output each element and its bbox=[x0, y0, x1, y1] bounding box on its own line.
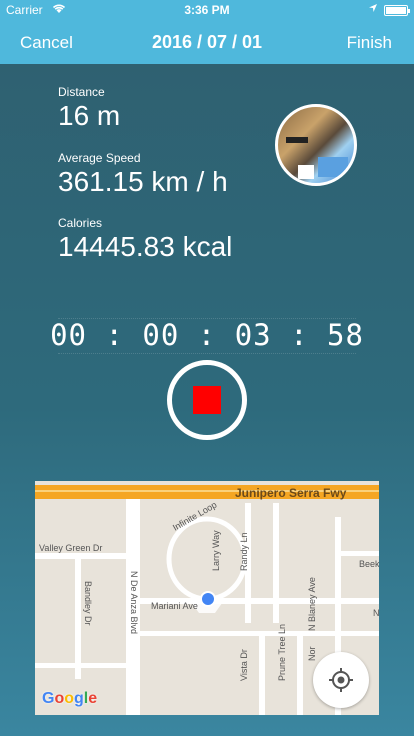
beek-road bbox=[341, 551, 379, 556]
google-logo: Google bbox=[42, 690, 98, 707]
street-label-prune-tree: Prune Tree Ln bbox=[277, 624, 287, 681]
average-speed-label: Average Speed bbox=[58, 151, 141, 165]
distance-label: Distance bbox=[58, 85, 105, 99]
avatar-pixel-block bbox=[318, 157, 348, 177]
street-label-bandley: Bandley Dr bbox=[83, 581, 93, 626]
bandley-road bbox=[75, 559, 81, 679]
street-label-larry: Larry Way bbox=[211, 530, 221, 571]
street-label-beek: Beek bbox=[359, 559, 379, 569]
street-label-vista: Vista Dr bbox=[239, 649, 249, 681]
side-road bbox=[35, 663, 126, 668]
valley-green-road bbox=[35, 553, 126, 559]
street-label-n: N bbox=[373, 608, 379, 618]
battery-icon bbox=[384, 5, 410, 16]
nav-bar: Cancel 2016 / 07 / 01 Finish bbox=[0, 20, 414, 64]
stop-button[interactable] bbox=[167, 360, 247, 440]
finish-button[interactable]: Finish bbox=[347, 33, 392, 53]
location-arrow-icon bbox=[368, 3, 378, 16]
avatar[interactable] bbox=[275, 104, 357, 186]
street-label-mariani: Mariani Ave bbox=[151, 601, 198, 611]
infinite-loop-road bbox=[166, 516, 248, 602]
avatar-pixel-block bbox=[286, 137, 308, 143]
calories-label: Calories bbox=[58, 216, 103, 230]
randy-road bbox=[273, 503, 279, 623]
locate-me-button[interactable] bbox=[313, 652, 369, 708]
calories-value: 14445.83 kcal bbox=[58, 231, 233, 262]
prune-tree-road bbox=[297, 631, 303, 715]
vista-road bbox=[259, 631, 265, 715]
average-speed-value: 361.15 km / h bbox=[58, 166, 228, 197]
location-dot bbox=[202, 593, 214, 605]
crosshair-icon bbox=[329, 668, 353, 692]
avatar-pixel-block bbox=[298, 165, 314, 179]
street-label-blaney: N Blaney Ave bbox=[307, 577, 317, 631]
street-label-junipero: Junipero Serra Fwy bbox=[235, 486, 347, 500]
cancel-button[interactable]: Cancel bbox=[20, 33, 73, 53]
street-label-de-anza: N De Anza Blvd bbox=[129, 571, 139, 634]
street-label-valley-green: Valley Green Dr bbox=[39, 543, 102, 553]
cross-road bbox=[140, 631, 379, 636]
street-label-infinite-loop: Infinite Loop bbox=[171, 500, 218, 533]
stop-icon bbox=[193, 386, 221, 414]
status-time: 3:36 PM bbox=[184, 3, 230, 17]
status-bar: Carrier 3:36 PM bbox=[0, 0, 414, 20]
street-label-randy: Randy Ln bbox=[239, 532, 249, 571]
distance-value: 16 m bbox=[58, 100, 121, 131]
elapsed-timer: 00 : 00 : 03 : 58 bbox=[50, 318, 364, 352]
